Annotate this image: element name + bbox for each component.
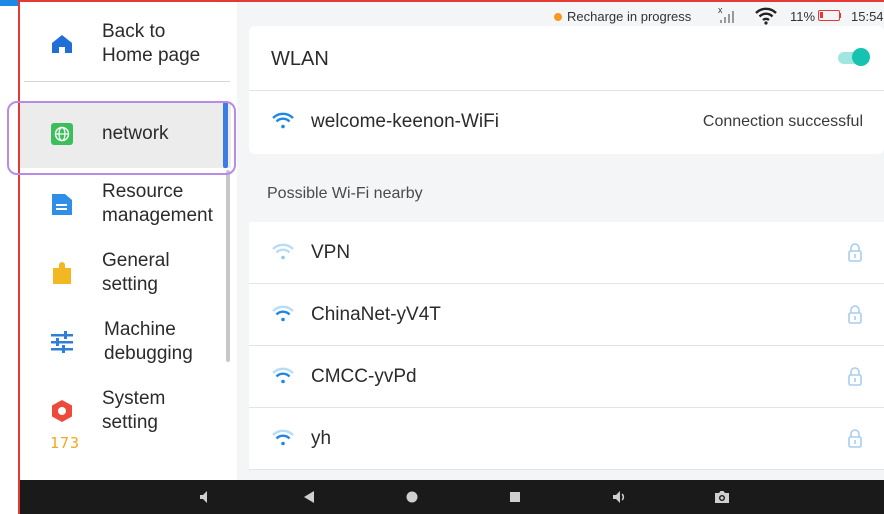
- network-ssid: CMCC-yvPd: [311, 366, 417, 387]
- list-item[interactable]: VPN: [249, 222, 884, 284]
- network-settings-panel: Recharge in progress x 11% 15:54 WLAN we…: [237, 2, 884, 480]
- nearby-section-title: Possible Wi-Fi nearby: [267, 185, 423, 202]
- clock: 15:54: [851, 9, 884, 24]
- lock-icon: [847, 242, 863, 262]
- recent-apps-icon[interactable]: [506, 488, 524, 506]
- signal-x-label: x: [718, 5, 723, 15]
- selection-highlight: [7, 101, 236, 175]
- sidebar-item-machine-debugging[interactable]: Machine debugging: [20, 318, 237, 366]
- sidebar-divider: [24, 81, 230, 82]
- volume-up-icon[interactable]: [610, 488, 628, 506]
- signal-icon: x: [717, 5, 737, 25]
- sidebar-digit-readout: 173: [50, 434, 81, 452]
- wifi-weak-icon: [271, 242, 295, 262]
- lock-icon: [847, 366, 863, 386]
- network-ssid: yh: [311, 428, 332, 449]
- lock-icon: [847, 304, 863, 324]
- sidebar-item-label: System setting: [102, 388, 166, 433]
- wlan-title: WLAN: [271, 48, 329, 70]
- sidebar-item-label: General setting: [102, 250, 170, 295]
- connected-network-row[interactable]: welcome-keenon-WiFi Connection successfu…: [249, 91, 884, 154]
- folder-icon: [50, 192, 74, 216]
- wlan-card: WLAN welcome-keenon-WiFi Connection succ…: [249, 26, 884, 154]
- wifi-icon: [271, 366, 295, 386]
- sidebar-item-label: Back to Home page: [102, 21, 201, 66]
- back-icon[interactable]: [300, 488, 318, 506]
- charging-status: Recharge in progress: [567, 9, 692, 24]
- sidebar-item-general-setting[interactable]: General setting: [20, 249, 237, 297]
- sidebar-item-label: Resource management: [102, 181, 213, 226]
- connection-status: Connection successful: [702, 113, 863, 130]
- wifi-icon: [271, 111, 295, 131]
- wifi-icon: [271, 304, 295, 324]
- home-icon: [50, 32, 74, 56]
- list-item[interactable]: ChinaNet-yV4T: [249, 284, 884, 346]
- battery-icon: [818, 10, 841, 21]
- wlan-toggle[interactable]: [834, 48, 870, 66]
- hexagon-icon: [50, 399, 74, 423]
- list-item[interactable]: yh: [249, 408, 884, 470]
- list-item[interactable]: CMCC-yvPd: [249, 346, 884, 408]
- sidebar-item-back-home[interactable]: Back to Home page: [20, 20, 237, 68]
- network-ssid: VPN: [311, 242, 351, 263]
- battery-percent: 11%: [790, 9, 816, 24]
- corner-marker: [0, 0, 20, 6]
- charging-dot: [554, 13, 562, 21]
- wifi-icon: [271, 428, 295, 448]
- sidebar-item-system-setting[interactable]: System setting: [20, 387, 237, 435]
- puzzle-icon: [50, 261, 74, 285]
- settings-sidebar: Back to Home page network Resource manag…: [20, 2, 237, 480]
- connected-ssid: welcome-keenon-WiFi: [311, 111, 499, 132]
- volume-down-icon[interactable]: [196, 488, 214, 506]
- home-nav-icon[interactable]: [403, 488, 421, 506]
- lock-icon: [847, 428, 863, 448]
- sidebar-item-resource-management[interactable]: Resource management: [20, 180, 237, 228]
- wifi-status-icon: [754, 6, 778, 26]
- sliders-icon: [50, 330, 74, 354]
- nearby-network-list: VPN ChinaNet-yV4T CMCC-yvPd yh: [249, 222, 884, 470]
- sidebar-item-label: Machine debugging: [104, 319, 193, 364]
- system-navigation-bar: [20, 480, 884, 514]
- network-ssid: ChinaNet-yV4T: [311, 304, 441, 325]
- screenshot-camera-icon[interactable]: [713, 488, 731, 506]
